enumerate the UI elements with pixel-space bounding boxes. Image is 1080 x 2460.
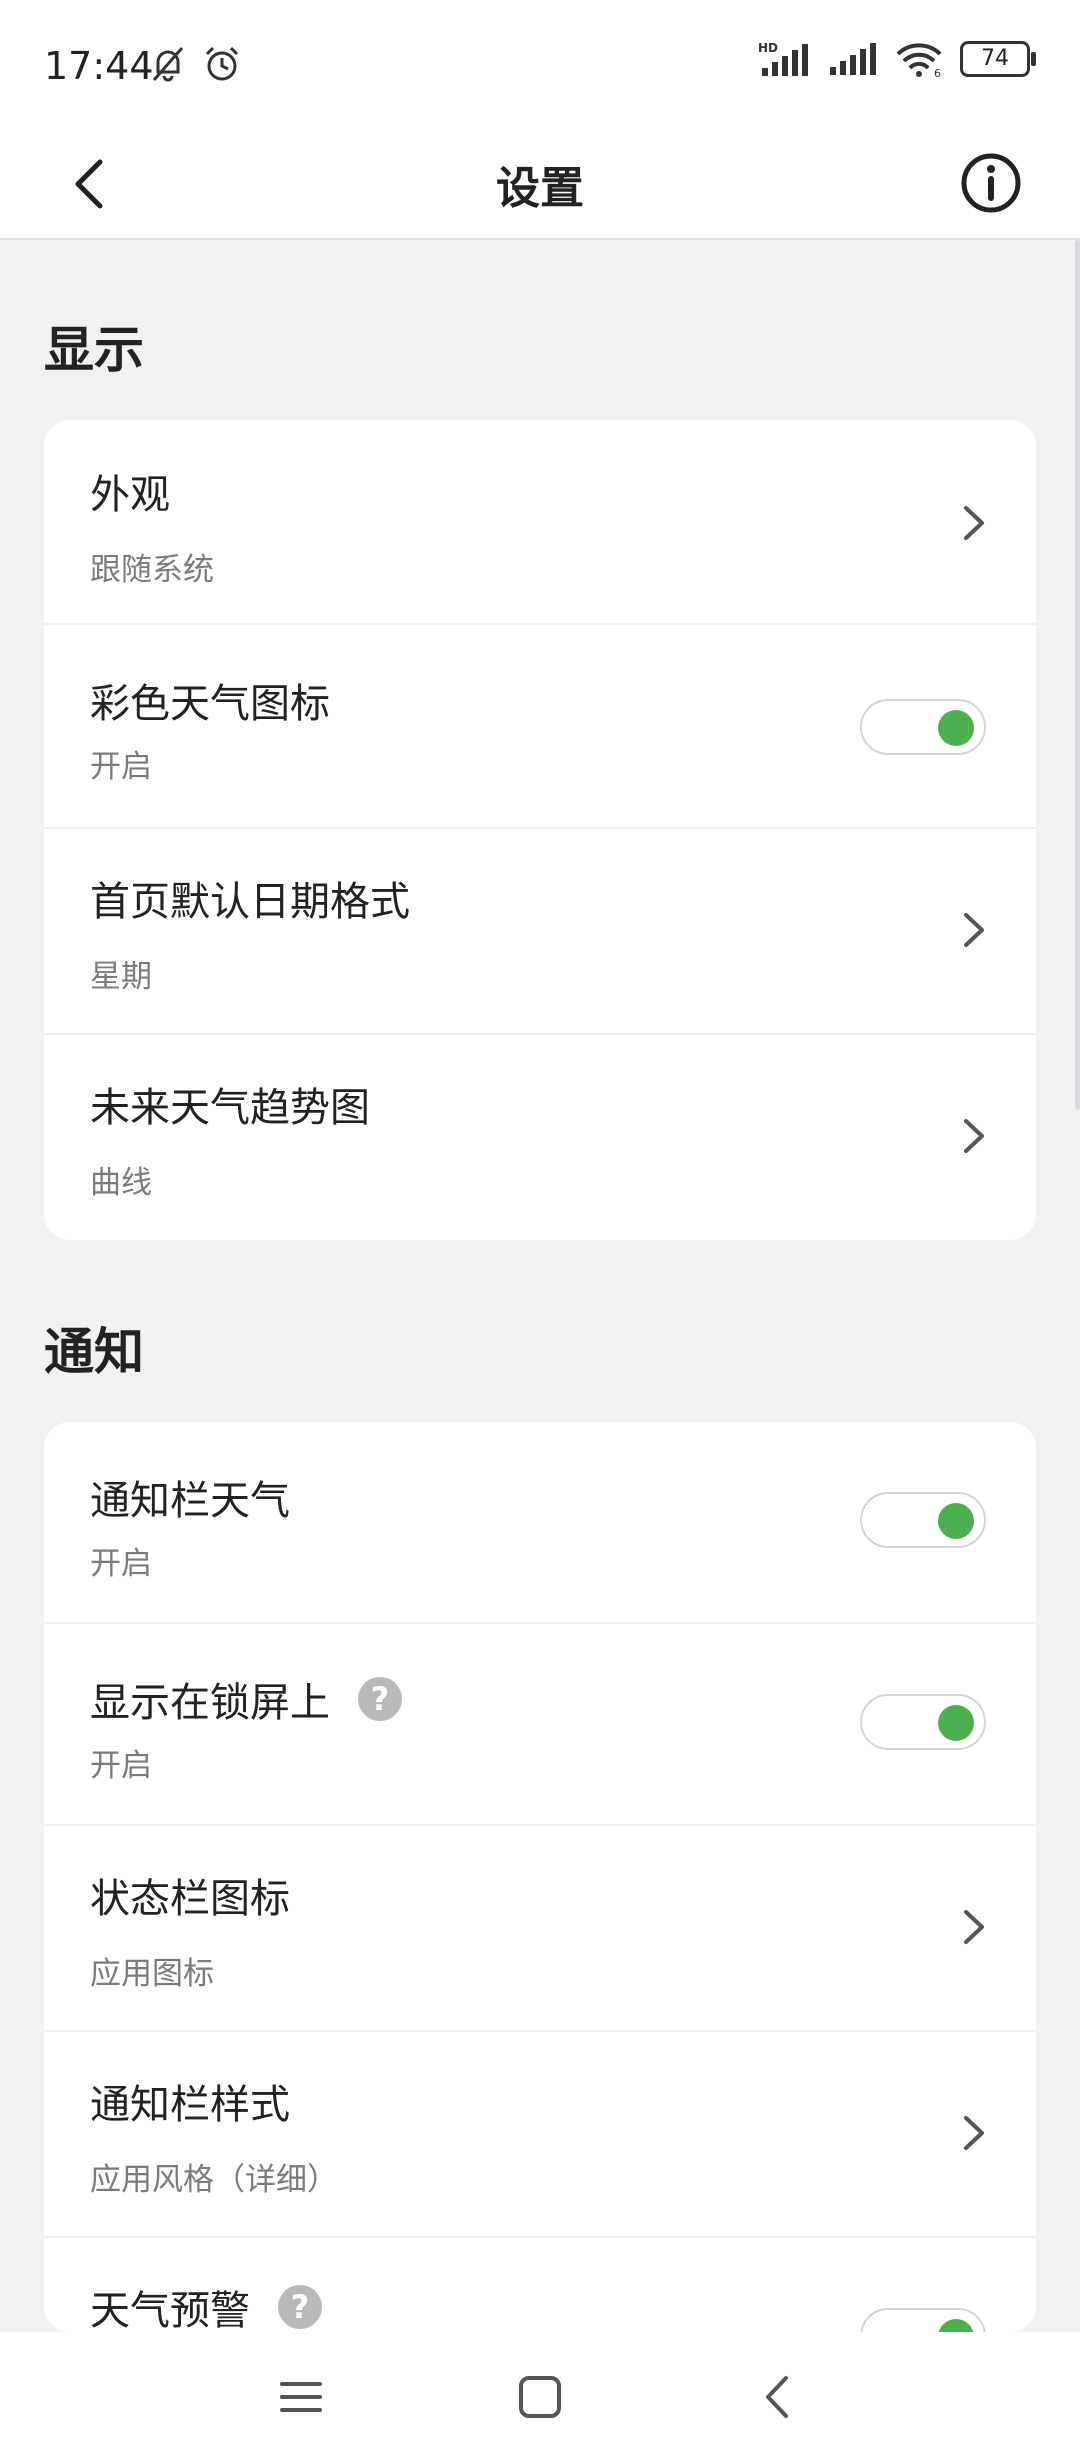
setting-row-weather-alert[interactable]: 天气预警 ? (44, 2238, 1036, 2332)
chevron-right-icon (964, 1910, 984, 1944)
page-title: 设置 (496, 163, 584, 214)
help-icon[interactable]: ? (278, 2285, 322, 2329)
toggle-knob (938, 2319, 974, 2332)
home-icon[interactable] (515, 2372, 565, 2422)
setting-title: 通知栏天气 (90, 1478, 290, 1524)
info-icon[interactable] (960, 152, 1022, 214)
chevron-right-icon (964, 2116, 984, 2150)
chevron-right-icon (964, 506, 984, 540)
setting-subtitle: 开启 (90, 1546, 152, 1582)
navigation-bar (0, 2332, 1080, 2460)
status-bar: 17:44 HD 6 74 (0, 0, 1080, 130)
setting-title: 天气预警 (90, 2288, 250, 2332)
setting-title: 彩色天气图标 (90, 681, 330, 727)
svg-text:6: 6 (934, 67, 941, 78)
setting-row-color-weather-icons[interactable]: 彩色天气图标 开启 (44, 625, 1036, 829)
setting-title: 显示在锁屏上 (90, 1680, 330, 1726)
weather-alert-toggle[interactable] (860, 2308, 986, 2332)
bell-off-icon (152, 47, 184, 82)
toggle-knob (938, 1503, 974, 1539)
battery-icon: 74 (960, 41, 1036, 77)
chevron-right-icon (964, 913, 984, 947)
setting-row-notification-style[interactable]: 通知栏样式 应用风格（详细） (44, 2032, 1036, 2238)
setting-row-date-format[interactable]: 首页默认日期格式 星期 (44, 829, 1036, 1035)
chevron-right-icon (964, 1119, 984, 1153)
notification-weather-toggle[interactable] (860, 1492, 986, 1548)
setting-subtitle: 应用图标 (90, 1956, 214, 1992)
scroll-indicator[interactable] (1075, 240, 1080, 1110)
signal-icon (830, 43, 876, 75)
setting-row-notification-weather[interactable]: 通知栏天气 开启 (44, 1422, 1036, 1624)
setting-subtitle: 应用风格（详细） (90, 2162, 338, 2198)
app-bar: 设置 (0, 130, 1080, 240)
lock-screen-toggle[interactable] (860, 1694, 986, 1750)
back-icon[interactable] (754, 2372, 804, 2422)
setting-subtitle: 开启 (90, 749, 152, 785)
network-hd-label: HD (758, 41, 778, 55)
color-weather-icons-toggle[interactable] (860, 699, 986, 755)
setting-title: 通知栏样式 (90, 2082, 290, 2128)
wifi-6-icon: 6 (896, 43, 942, 78)
section-title-notify: 通知 (44, 1323, 144, 1381)
setting-subtitle: 开启 (90, 1748, 152, 1784)
signal-hd-icon: HD (758, 41, 808, 76)
setting-row-lock-screen[interactable]: 显示在锁屏上 ? 开启 (44, 1624, 1036, 1826)
setting-row-status-bar-icon[interactable]: 状态栏图标 应用图标 (44, 1826, 1036, 2032)
setting-row-appearance[interactable]: 外观 跟随系统 (44, 420, 1036, 625)
alarm-icon (205, 46, 239, 81)
notify-settings-card: 通知栏天气 开启 显示在锁屏上 ? 开启 状态栏图标 应用图标 通知栏样式 应用… (44, 1422, 1036, 2332)
setting-title: 未来天气趋势图 (90, 1085, 370, 1131)
status-time: 17:44 (44, 44, 154, 88)
menu-icon[interactable] (276, 2372, 326, 2422)
setting-title: 首页默认日期格式 (90, 879, 410, 925)
help-icon[interactable]: ? (358, 1677, 402, 1721)
display-settings-card: 外观 跟随系统 彩色天气图标 开启 首页默认日期格式 星期 未来天气趋势图 曲线 (44, 420, 1036, 1240)
setting-row-trend-chart[interactable]: 未来天气趋势图 曲线 (44, 1035, 1036, 1240)
setting-subtitle: 跟随系统 (90, 552, 214, 588)
section-title-display: 显示 (44, 321, 144, 379)
setting-subtitle: 星期 (90, 959, 152, 995)
setting-subtitle: 曲线 (90, 1165, 152, 1201)
toggle-knob (938, 1705, 974, 1741)
setting-title: 状态栏图标 (90, 1876, 290, 1922)
setting-title: 外观 (90, 472, 170, 518)
toggle-knob (938, 710, 974, 746)
